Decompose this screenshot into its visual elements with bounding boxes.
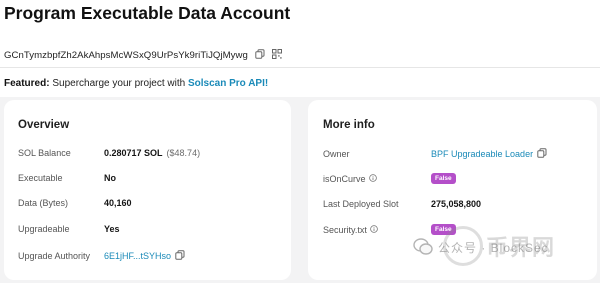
featured-text: Supercharge your project with — [52, 78, 186, 89]
overview-row-upgrade-authority: Upgrade Authority 6E1jHF...tSYHso — [18, 250, 185, 262]
more-info-row-last-deployed-slot: Last Deployed Slot 275,058,800 — [323, 199, 481, 209]
row-label: Upgradeable — [18, 224, 70, 234]
row-value: No — [104, 173, 116, 183]
row-value: 0.280717 SOL ($48.74) — [104, 148, 200, 158]
info-icon[interactable] — [370, 224, 378, 235]
row-label: Owner — [323, 149, 350, 159]
owner-link[interactable]: BPF Upgradeable Loader — [431, 149, 533, 159]
header-divider — [0, 67, 600, 68]
more-info-row-owner: Owner BPF Upgradeable Loader — [323, 148, 547, 160]
row-label: SOL Balance — [18, 148, 71, 158]
featured-label: Featured: — [4, 78, 50, 89]
more-info-row-isoncurve: isOnCurve False — [323, 173, 456, 184]
featured-banner: Featured: Supercharge your project with … — [4, 78, 268, 89]
row-label: Security.txt — [323, 225, 431, 235]
sol-balance-usd: ($48.74) — [166, 148, 201, 158]
watermark: 公众号 · BlockSec — [412, 236, 549, 258]
row-label: Executable — [18, 173, 63, 183]
row-label: Last Deployed Slot — [323, 199, 399, 209]
overview-row-executable: Executable No — [18, 173, 116, 183]
upgrade-authority-link[interactable]: 6E1jHF...tSYHso — [104, 251, 171, 261]
copy-icon[interactable] — [175, 250, 185, 262]
more-info-title: More info — [323, 119, 375, 131]
address-row: GCnTymzbpfZh2AkAhpsMcWSxQ9UrPsYk9riTiJQj… — [4, 46, 282, 64]
isoncurve-badge: False — [431, 173, 456, 184]
overview-row-sol-balance: SOL Balance 0.280717 SOL ($48.74) — [18, 148, 200, 158]
row-label: isOnCurve — [323, 174, 431, 184]
row-value: 275,058,800 — [431, 199, 482, 209]
row-value: 6E1jHF...tSYHso — [104, 250, 185, 262]
watermark-text: 公众号 · BlockSec — [438, 240, 549, 255]
more-info-row-security-txt: Security.txt False — [323, 224, 456, 235]
account-address[interactable]: GCnTymzbpfZh2AkAhpsMcWSxQ9UrPsYk9riTiJQj… — [4, 50, 248, 61]
page-header: Program Executable Data Account GCnTymzb… — [0, 0, 600, 97]
row-value: 40,160 — [104, 198, 132, 208]
row-value: BPF Upgradeable Loader — [431, 148, 547, 160]
overview-row-data-bytes: Data (Bytes) 40,160 — [18, 198, 132, 208]
security-txt-label: Security.txt — [323, 224, 367, 235]
sol-balance-value: 0.280717 SOL — [104, 148, 163, 158]
overview-row-upgradeable: Upgradeable Yes — [18, 224, 120, 234]
overview-title: Overview — [18, 119, 70, 131]
copy-icon[interactable] — [255, 46, 265, 64]
overview-card: Overview SOL Balance 0.280717 SOL ($48.7… — [4, 100, 291, 280]
isoncurve-label: isOnCurve — [323, 173, 366, 184]
info-icon[interactable] — [368, 173, 377, 184]
row-value: Yes — [104, 224, 120, 234]
wechat-icon — [413, 238, 433, 255]
row-label: Upgrade Authority — [18, 251, 91, 261]
copy-icon[interactable] — [537, 148, 547, 160]
page-title: Program Executable Data Account — [4, 3, 291, 23]
solscan-pro-api-link[interactable]: Solscan Pro API! — [188, 78, 268, 89]
qr-code-icon[interactable] — [271, 46, 282, 64]
row-label: Data (Bytes) — [18, 198, 69, 208]
